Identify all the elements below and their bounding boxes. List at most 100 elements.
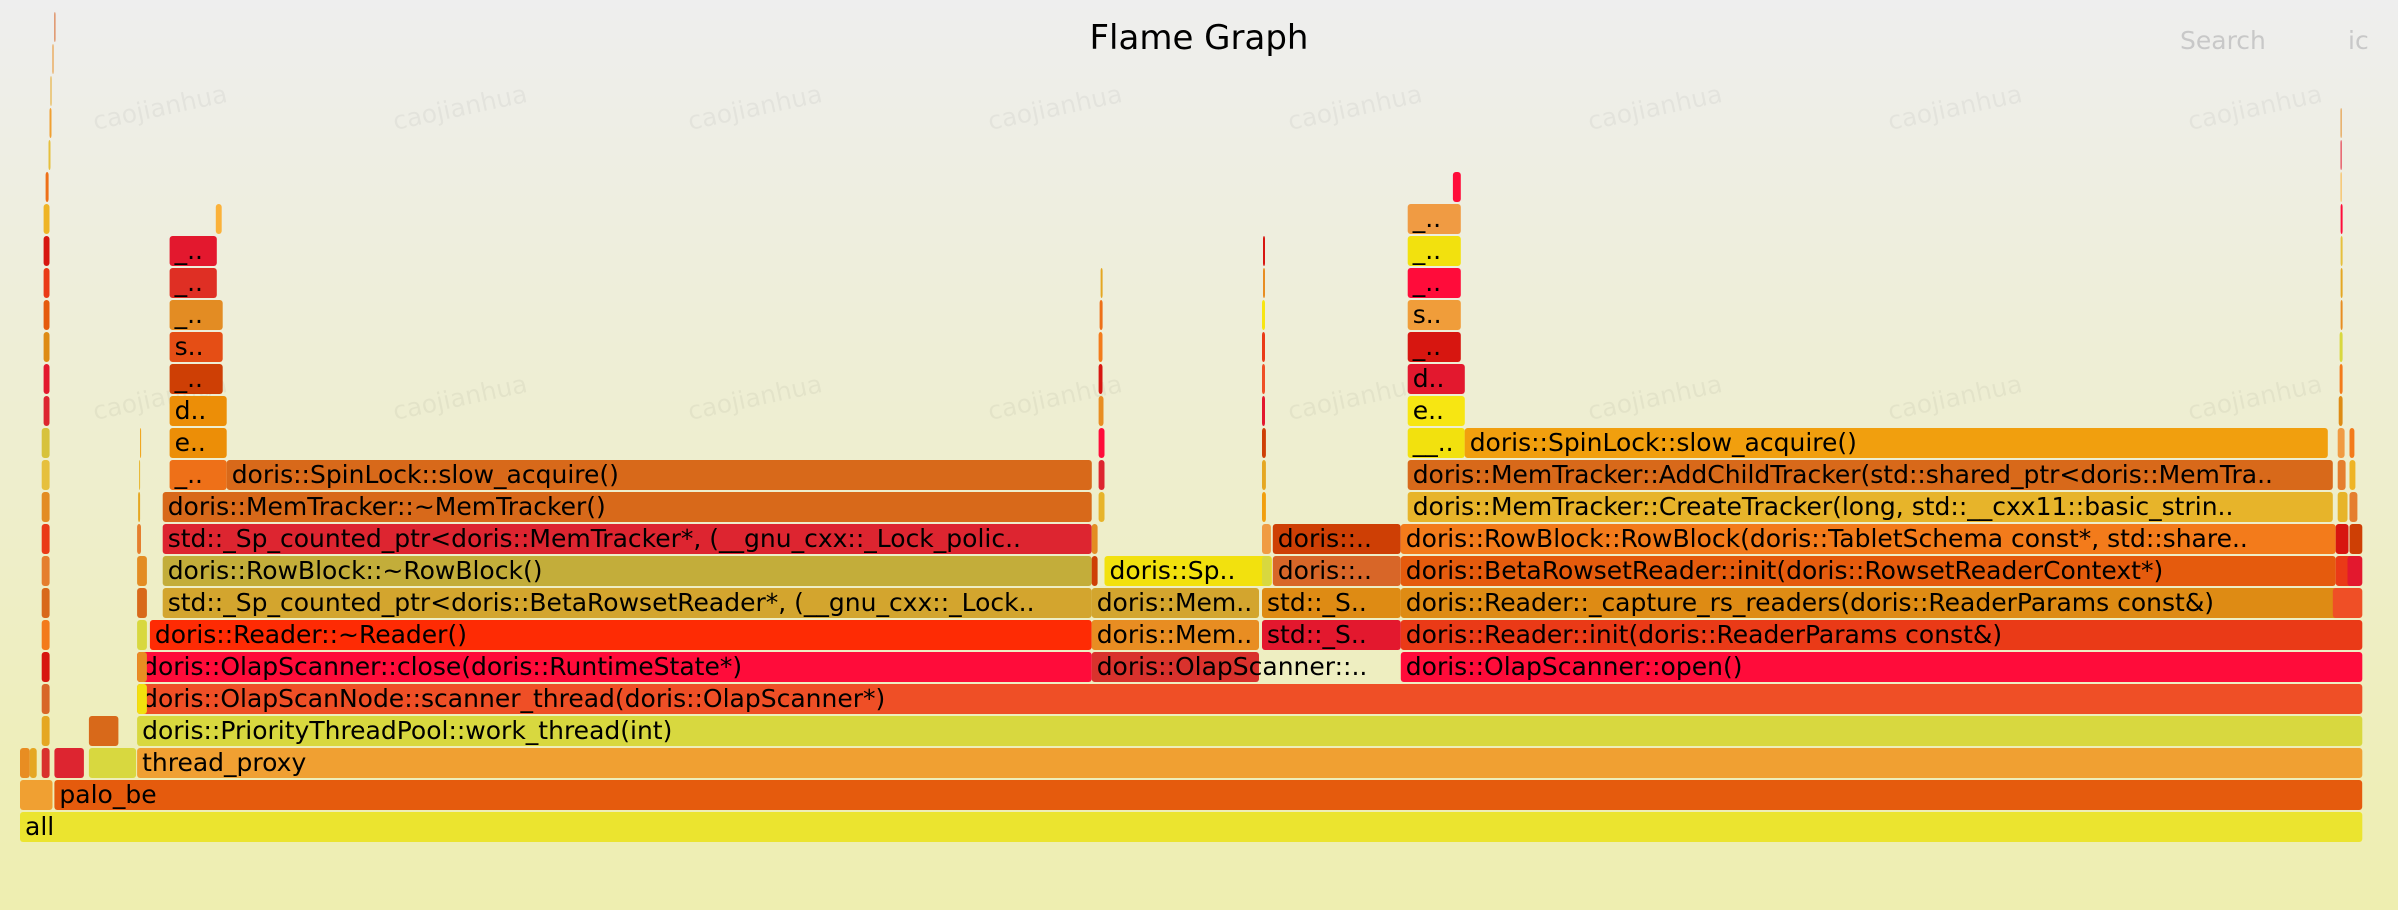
flame-frame[interactable] xyxy=(2340,108,2342,138)
flame-frame-rect[interactable] xyxy=(138,492,141,522)
flame-frame[interactable] xyxy=(2349,428,2355,458)
flame-frame[interactable] xyxy=(1262,300,1265,330)
flame-frame-rect[interactable] xyxy=(43,268,50,298)
flame-frame[interactable]: std::_S.. xyxy=(1262,588,1401,618)
flame-frame[interactable] xyxy=(2340,300,2343,330)
flame-frame[interactable] xyxy=(41,428,50,458)
flame-frame[interactable] xyxy=(1262,556,1271,586)
flame-frame[interactable] xyxy=(54,748,84,778)
flame-frame[interactable] xyxy=(2335,524,2349,554)
flame-frame[interactable]: _.. xyxy=(169,300,223,330)
flame-frame[interactable]: e.. xyxy=(1407,396,1465,426)
flame-frame-rect[interactable] xyxy=(2340,172,2342,202)
flame-frame[interactable] xyxy=(137,588,147,618)
flame-frame-rect[interactable] xyxy=(20,748,30,778)
flame-frame-rect[interactable] xyxy=(2349,460,2356,490)
flame-frame[interactable]: doris::OlapScanner::open() xyxy=(1400,652,2363,682)
flame-frame-rect[interactable] xyxy=(54,748,84,778)
flame-frame-rect[interactable] xyxy=(52,44,54,74)
flame-frame[interactable] xyxy=(137,556,147,586)
flame-frame[interactable] xyxy=(43,236,50,266)
flame-frame-rect[interactable] xyxy=(41,588,50,618)
flame-frame-rect[interactable] xyxy=(88,716,119,746)
flame-frame[interactable] xyxy=(2337,492,2348,522)
flame-frame[interactable] xyxy=(1091,524,1098,554)
flame-frame[interactable] xyxy=(88,716,119,746)
flame-frame-rect[interactable] xyxy=(50,76,52,106)
flame-frame[interactable]: doris::Mem.. xyxy=(1091,588,1259,618)
flame-frame[interactable] xyxy=(1262,396,1265,426)
flame-frame[interactable] xyxy=(48,140,51,170)
flame-frame[interactable]: s.. xyxy=(169,332,223,362)
flame-frame[interactable]: doris::MemTracker::AddChildTracker(std::… xyxy=(1407,460,2333,490)
flame-frame[interactable] xyxy=(41,716,50,746)
flame-frame-rect[interactable] xyxy=(2340,108,2342,138)
flame-frame[interactable] xyxy=(20,780,53,810)
flame-frame[interactable]: _.. xyxy=(1407,332,1461,362)
flame-frame-rect[interactable] xyxy=(41,556,50,586)
flame-frame-rect[interactable] xyxy=(54,12,56,42)
flame-frame[interactable]: doris::MemTracker::CreateTracker(long, s… xyxy=(1407,492,2333,522)
flame-frame[interactable] xyxy=(2337,428,2345,458)
flame-frame-rect[interactable] xyxy=(2349,492,2358,522)
flame-frame[interactable] xyxy=(137,620,147,650)
flame-frame-rect[interactable] xyxy=(1098,460,1105,490)
flame-frame[interactable] xyxy=(1098,428,1105,458)
flame-frame[interactable] xyxy=(137,524,141,554)
flame-frame-rect[interactable] xyxy=(43,236,50,266)
flame-frame[interactable] xyxy=(43,364,50,394)
flame-frame-rect[interactable] xyxy=(43,364,50,394)
flame-frame[interactable]: doris::.. xyxy=(1272,524,1401,554)
flame-frame-rect[interactable] xyxy=(140,428,142,458)
flame-frame[interactable]: doris::Reader::_capture_rs_readers(doris… xyxy=(1400,588,2341,618)
flame-frame[interactable]: __.. xyxy=(1407,428,1465,458)
flame-frame[interactable] xyxy=(1262,492,1266,522)
flame-frame[interactable]: _.. xyxy=(1407,204,1461,234)
flame-frame[interactable]: std::_Sp_counted_ptr<doris::MemTracker*,… xyxy=(162,524,1092,554)
flame-frame-rect[interactable] xyxy=(43,300,50,330)
flame-frame[interactable] xyxy=(1263,268,1265,298)
flame-frame-rect[interactable] xyxy=(2340,140,2342,170)
flame-frame[interactable]: doris::RowBlock::~RowBlock() xyxy=(162,556,1092,586)
flame-frame[interactable] xyxy=(41,684,50,714)
flame-frame-rect[interactable] xyxy=(1262,364,1265,394)
flame-frame-rect[interactable] xyxy=(1098,396,1104,426)
flame-frame[interactable]: doris::PriorityThreadPool::work_thread(i… xyxy=(137,716,2363,746)
flame-frame[interactable] xyxy=(41,588,50,618)
flame-frame[interactable] xyxy=(2337,460,2346,490)
flame-frame[interactable] xyxy=(41,748,50,778)
flame-frame[interactable] xyxy=(43,300,50,330)
flame-frame-rect[interactable] xyxy=(1099,300,1103,330)
flame-frame[interactable]: doris::SpinLock::slow_acquire() xyxy=(1464,428,2328,458)
flame-frame-rect[interactable] xyxy=(1098,364,1103,394)
flame-frame[interactable]: doris::MemTracker::~MemTracker() xyxy=(162,492,1092,522)
flame-frame-rect[interactable] xyxy=(20,812,2363,842)
flame-frame-rect[interactable] xyxy=(2340,300,2343,330)
flame-frame[interactable]: s.. xyxy=(1407,300,1461,330)
flame-frame-rect[interactable] xyxy=(2339,332,2343,362)
flame-frame-rect[interactable] xyxy=(139,460,141,490)
flame-frame-rect[interactable] xyxy=(1262,524,1271,554)
flame-frame[interactable] xyxy=(1262,460,1266,490)
flame-frame-rect[interactable] xyxy=(2335,524,2349,554)
flame-frame[interactable] xyxy=(45,172,49,202)
flame-frame-rect[interactable] xyxy=(2340,236,2343,266)
flame-frame-rect[interactable] xyxy=(1262,332,1265,362)
flame-frame-rect[interactable] xyxy=(43,332,50,362)
flame-frame-rect[interactable] xyxy=(41,428,50,458)
flame-frame[interactable]: _.. xyxy=(1407,268,1461,298)
flame-frame-rect[interactable] xyxy=(20,780,53,810)
flame-frame[interactable] xyxy=(1098,460,1105,490)
flame-frame[interactable]: _.. xyxy=(169,268,217,298)
flame-frame-rect[interactable] xyxy=(1091,524,1098,554)
flame-frame[interactable]: _.. xyxy=(1407,236,1461,266)
flame-graph[interactable]: allpalo_be thread_proxy doris::PriorityThr… xyxy=(0,0,2398,910)
flame-frame-rect[interactable] xyxy=(1262,428,1266,458)
flame-frame[interactable] xyxy=(1098,332,1103,362)
flame-frame-rect[interactable] xyxy=(1263,268,1265,298)
flame-frame[interactable]: d.. xyxy=(1407,364,1465,394)
flame-frame-rect[interactable] xyxy=(1262,492,1266,522)
flame-frame[interactable] xyxy=(137,652,147,682)
flame-frame[interactable]: _.. xyxy=(169,364,223,394)
flame-frame-rect[interactable] xyxy=(137,684,147,714)
